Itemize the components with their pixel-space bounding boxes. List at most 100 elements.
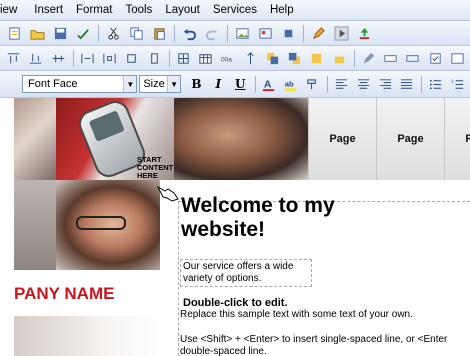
menu-services[interactable]: Services (213, 4, 266, 16)
spellcheck-icon[interactable] (73, 24, 93, 43)
toolbar-separator (98, 24, 99, 42)
align-left-icon[interactable] (332, 75, 351, 94)
italic-button[interactable]: I (209, 75, 228, 94)
start-content-label: START CONTENT HERE (137, 155, 174, 180)
underline-button[interactable]: U (231, 75, 250, 94)
bullet-list-icon[interactable] (426, 75, 445, 94)
numbered-list-icon[interactable]: 1 (448, 75, 467, 94)
menu-tools[interactable]: Tools (125, 4, 161, 16)
grid-icon[interactable] (174, 49, 193, 68)
same-height-icon[interactable] (144, 49, 163, 68)
align-center-icon[interactable] (354, 75, 373, 94)
font-color-icon[interactable]: A (260, 75, 279, 94)
list-box-icon[interactable] (448, 49, 467, 68)
nav-tab-page-2[interactable]: Page (376, 98, 444, 180)
sidebar-photo-bottom (14, 316, 160, 356)
copy-icon[interactable] (126, 24, 146, 43)
svg-text:00a: 00a (221, 56, 232, 63)
layer-up-icon[interactable] (307, 49, 326, 68)
menu-help[interactable]: Help (270, 4, 303, 16)
align-top-icon[interactable] (4, 49, 23, 68)
font-face-value: Font Face (28, 78, 78, 90)
checkbox-icon[interactable] (425, 49, 444, 68)
sidebar-photo-woman (56, 180, 160, 270)
distribute-h-icon[interactable] (78, 49, 97, 68)
insert-picture-icon[interactable] (255, 24, 275, 43)
hint-line-1: Use <Shift> + <Enter> to insert single-s… (180, 334, 448, 345)
insert-image-icon[interactable] (232, 24, 252, 43)
toolbar-separator (421, 75, 423, 93)
menu-layout[interactable]: Layout (165, 4, 209, 16)
play-icon[interactable] (331, 24, 351, 43)
svg-text:1: 1 (451, 78, 454, 83)
menu-bar: iew Insert Format Tools Layout Services … (0, 0, 470, 21)
menu-format[interactable]: Format (76, 4, 121, 16)
paste-icon[interactable] (149, 24, 169, 43)
header-banner: Page Page Page (14, 98, 470, 182)
font-size-select[interactable]: Size ▼ (139, 75, 182, 93)
sidebar-photo-1 (14, 180, 56, 270)
save-icon[interactable] (50, 24, 70, 43)
hint-paragraph[interactable]: Use <Shift> + <Enter> to insert single-s… (180, 334, 447, 356)
align-bottom-icon[interactable] (26, 49, 45, 68)
chevron-down-icon[interactable]: ▼ (167, 76, 181, 92)
same-width-icon[interactable] (122, 49, 141, 68)
left-sidebar-graphic: PANY NAME (14, 180, 160, 356)
toolbar-separator (72, 49, 74, 67)
font-size-value: Size (143, 78, 165, 90)
highlight-icon[interactable]: ab (281, 75, 300, 94)
company-name[interactable]: PANY NAME (14, 284, 114, 304)
order-icon[interactable]: 00a (218, 49, 237, 68)
nav-tab-page-1[interactable]: Page (308, 98, 376, 180)
redo-icon[interactable] (202, 24, 222, 43)
edit-heading[interactable]: Double-click to edit. (183, 297, 288, 309)
distribute-v-icon[interactable] (100, 49, 119, 68)
page-canvas[interactable]: Page Page Page PANY NAME START CONTENT H… (0, 98, 470, 356)
new-page-icon[interactable] (4, 24, 24, 43)
edit-paragraph[interactable]: Replace this sample text with some text … (180, 309, 413, 320)
open-folder-icon[interactable] (27, 24, 47, 43)
align-right-icon[interactable] (376, 75, 395, 94)
form-field-icon[interactable] (381, 49, 400, 68)
intro-text-box[interactable]: Our service offers a wide variety of opt… (180, 259, 312, 287)
justify-icon[interactable] (398, 75, 417, 94)
insert-object-icon[interactable] (278, 24, 298, 43)
edit-pencil-icon[interactable] (308, 24, 328, 43)
table-icon[interactable] (196, 49, 215, 68)
toolbar-separator (254, 75, 256, 93)
properties-icon[interactable] (359, 49, 378, 68)
align-middle-icon[interactable] (49, 49, 68, 68)
format-painter-icon[interactable] (303, 75, 322, 94)
hand-pointer-icon (156, 185, 179, 202)
hint-line-2: double-spaced line. (180, 346, 267, 356)
menu-insert[interactable]: Insert (34, 4, 72, 16)
bring-forward-icon[interactable] (240, 49, 259, 68)
svg-text:ab: ab (285, 79, 294, 88)
phone-screen (88, 110, 125, 142)
header-photo-left (14, 98, 56, 180)
formatting-toolbar: Font Face ▼ Size ▼ B I U A ab 1 (0, 71, 470, 98)
svg-text:A: A (264, 79, 272, 90)
font-face-select[interactable]: Font Face ▼ (22, 75, 138, 93)
toolbar-separator (227, 24, 228, 42)
cut-icon[interactable] (103, 24, 123, 43)
header-photo-woman (174, 98, 308, 180)
toolbar-separator (353, 49, 355, 67)
layer-down-icon[interactable] (329, 49, 348, 68)
standard-toolbar (0, 21, 470, 46)
nav-tab-page-3[interactable]: Page (444, 98, 470, 180)
glasses-graphic (76, 216, 126, 230)
undo-icon[interactable] (179, 24, 199, 43)
bold-button[interactable]: B (187, 75, 206, 94)
toolbar-separator (327, 75, 329, 93)
menu-view[interactable]: iew (0, 4, 26, 16)
welcome-heading[interactable]: Welcome to my website! (181, 194, 341, 242)
text-box-icon[interactable] (403, 49, 422, 68)
layer-back-icon[interactable] (285, 49, 304, 68)
publish-icon[interactable] (354, 24, 374, 43)
chevron-down-icon[interactable]: ▼ (123, 76, 137, 92)
layer-front-icon[interactable] (263, 49, 282, 68)
content-guide-left (178, 201, 179, 356)
toolbar-separator (174, 24, 175, 42)
layout-toolbar: 00a (0, 46, 470, 71)
